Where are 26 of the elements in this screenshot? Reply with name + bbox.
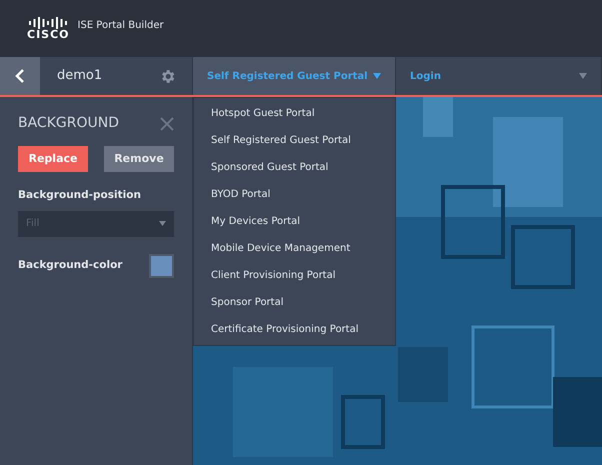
logo-bars-icon	[28, 16, 68, 28]
color-swatch[interactable]	[149, 254, 174, 278]
menu-item[interactable]: Self Registered Guest Portal	[194, 127, 395, 154]
menu-item[interactable]: Certificate Provisioning Portal	[194, 316, 395, 343]
caret-icon	[373, 73, 381, 79]
menu-item[interactable]: Hotspot Guest Portal	[194, 100, 395, 127]
menu-item[interactable]: BYOD Portal	[194, 181, 395, 208]
menu-item[interactable]: Client Provisioning Portal	[194, 262, 395, 289]
logo-text: CISCO	[27, 28, 70, 40]
field-label: Background-position	[18, 188, 142, 203]
menu-item[interactable]: Mobile Device Management	[194, 235, 395, 262]
back-button[interactable]	[0, 57, 40, 95]
settings-icon[interactable]	[159, 68, 176, 84]
project-name: demo1	[57, 67, 102, 86]
remove-button[interactable]: Remove	[104, 146, 174, 172]
menu-item[interactable]: Sponsor Portal	[194, 289, 395, 316]
menu-item[interactable]: My Devices Portal	[194, 208, 395, 235]
caret-icon	[579, 73, 587, 79]
menu-item[interactable]: Sponsored Guest Portal	[194, 154, 395, 181]
close-icon[interactable]	[160, 116, 174, 130]
field-label: Background-color	[18, 258, 122, 273]
portal-tab[interactable]: Login	[396, 57, 602, 95]
caret-icon	[159, 221, 166, 226]
app-title: ISE Portal Builder	[78, 19, 164, 33]
panel-title: BACKGROUND	[18, 114, 119, 133]
chevron-left-icon	[15, 69, 25, 83]
